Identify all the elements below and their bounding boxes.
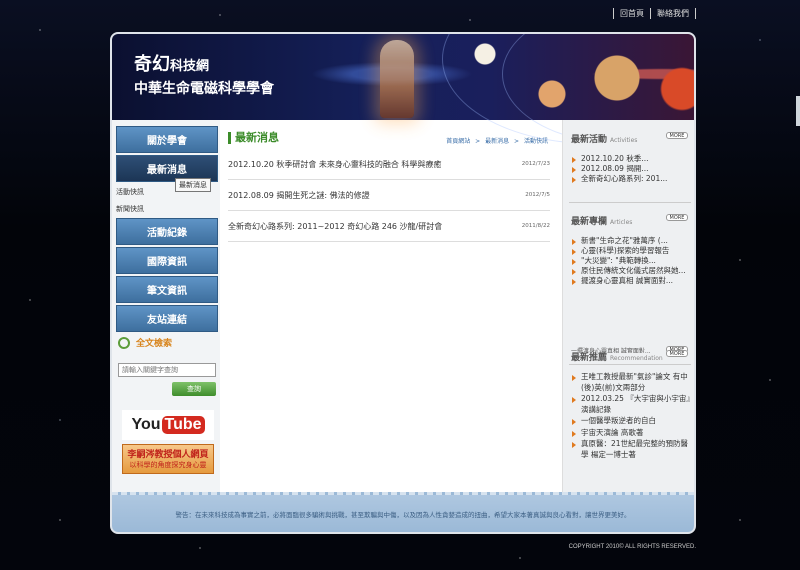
news-date: 2011/8/22 xyxy=(521,223,550,229)
breadcrumb: 首頁網站 > 最新消息 > 活動快訊 xyxy=(446,138,548,145)
list-item[interactable]: 心靈(科學)探索的學習報告 xyxy=(571,246,693,256)
news-date: 2012/7/5 xyxy=(525,192,550,198)
site-title-main: 奇幻 xyxy=(134,54,170,75)
articles-title-en: Articles xyxy=(610,219,633,226)
search-section-title: 全文檢索 xyxy=(118,336,172,349)
divider xyxy=(569,202,691,203)
menu-tooltip: 最新消息 xyxy=(175,178,211,192)
contact-link[interactable]: 聯絡我們 xyxy=(651,8,696,19)
site-subtitle: 中華生命電磁科學學會 xyxy=(134,81,274,97)
menu-activity-records[interactable]: 活動紀錄 xyxy=(116,218,218,245)
youtube-you: You xyxy=(131,416,161,433)
news-title[interactable]: 全新奇幻心路系列: 2011~2012 奇幻心路 246 沙龍/研討會 xyxy=(228,221,442,232)
page-title: 最新消息 xyxy=(228,132,279,144)
articles-title: 最新專欄 xyxy=(571,217,608,227)
human-figure-image xyxy=(380,40,414,118)
list-item[interactable]: "大災變": "典範轉換... xyxy=(571,256,693,266)
site-title-suffix: 科技網 xyxy=(170,59,210,74)
main-content: 最新消息 首頁網站 > 最新消息 > 活動快訊 2012.10.20 秋季研討會… xyxy=(224,120,554,492)
recommendation-list: 王唯工教授最新"氣診"論文 有中(後)英(前)文兩部分 2012.03.25 『… xyxy=(571,372,693,461)
list-item[interactable]: 2012.08.09 揭開... xyxy=(571,164,693,174)
articles-heading: 最新專欄 Articles xyxy=(571,214,632,227)
list-item[interactable]: 原住民傳統文化儀式居然與她... xyxy=(571,266,693,276)
news-row[interactable]: 2012.08.09 揭開生死之謎: 佛法的修證 2012/7/5 xyxy=(228,180,550,211)
articles-more-button[interactable]: MORE xyxy=(666,214,688,221)
recommendation-heading-label: 最新推薦 Recommendation xyxy=(571,350,663,363)
prof-banner-line2: 以科學的角度探究身心靈 xyxy=(129,461,207,469)
submenu-press-news[interactable]: 新聞快訊 xyxy=(116,204,144,214)
youtube-banner[interactable]: You Tube xyxy=(122,410,214,440)
list-item[interactable]: 王唯工教授最新"氣診"論文 有中(後)英(前)文兩部分 xyxy=(571,372,693,393)
youtube-tube: Tube xyxy=(161,416,205,434)
page-frame: 奇幻科技網 中華生命電磁科學學會 關於學會 最新消息 最新消息 活動快訊 新聞快… xyxy=(110,32,696,534)
recommendation-title: 最新推薦 xyxy=(571,353,608,363)
submenu-activity-news[interactable]: 活動快訊 xyxy=(116,187,144,197)
menu-links[interactable]: 友站連結 xyxy=(116,305,218,332)
activities-list: 2012.10.20 秋季... 2012.08.09 揭開... 全新奇幻心路… xyxy=(571,154,693,184)
magnifier-icon xyxy=(118,336,130,349)
news-title[interactable]: 2012.10.20 秋季研討會 未來身心靈科技的融合 科學與療癒 xyxy=(228,159,441,170)
recommendation-title-en: Recommendation xyxy=(610,355,663,362)
list-item[interactable]: 擺渡身心靈真相 誠實面對... xyxy=(571,276,693,286)
divider xyxy=(569,364,691,365)
footer-notice-text: 警告：在未來科技成為事實之前，必將面臨很多騙術與挑戰，甚至欺騙與中傷，以及因為人… xyxy=(175,510,631,519)
news-date: 2012/7/23 xyxy=(521,161,550,167)
list-item[interactable]: 真原醫：21世紀最完整的預防醫學 楊定一博士著 xyxy=(571,439,693,460)
home-link[interactable]: 回首頁 xyxy=(613,8,651,19)
right-sidebar: 最新活動 Activities MORE 2012.10.20 秋季... 201… xyxy=(562,120,694,492)
menu-about[interactable]: 關於學會 xyxy=(116,126,218,153)
left-sidebar: 關於學會 最新消息 最新消息 活動快訊 新聞快訊 活動紀錄 國際資訊 筆文資訊 … xyxy=(112,120,220,492)
recommendation-more-button[interactable]: MORE xyxy=(666,350,688,357)
list-item[interactable]: 2012.03.25 『大宇宙與小宇宙』演講記錄 xyxy=(571,394,693,415)
list-item[interactable]: 宇宙天演論 高歌著 xyxy=(571,428,693,439)
footer-notice: 警告：在未來科技成為事實之前，必將面臨很多騙術與挑戰，甚至欺騙與中傷，以及因為人… xyxy=(112,492,694,532)
list-item[interactable]: 2012.10.20 秋季... xyxy=(571,154,693,164)
scroll-edge xyxy=(796,96,800,126)
search-title-label: 全文檢索 xyxy=(136,339,173,349)
list-item[interactable]: 全新奇幻心路系列: 201... xyxy=(571,174,693,184)
breadcrumb-home[interactable]: 首頁網站 xyxy=(446,138,470,145)
prof-banner-line1: 李嗣涔教授個人網頁 xyxy=(127,450,209,460)
news-title[interactable]: 2012.08.09 揭開生死之謎: 佛法的修證 xyxy=(228,190,370,201)
news-row[interactable]: 2012.10.20 秋季研討會 未來身心靈科技的融合 科學與療癒 2012/7… xyxy=(228,149,550,180)
activities-more-button[interactable]: MORE xyxy=(666,132,688,139)
top-links: 回首頁 聯絡我們 xyxy=(613,8,696,19)
activities-title-en: Activities xyxy=(610,137,638,144)
news-row[interactable]: 全新奇幻心路系列: 2011~2012 奇幻心路 246 沙龍/研討會 2011… xyxy=(228,211,550,242)
site-logo-title[interactable]: 奇幻科技網 xyxy=(134,50,209,76)
professor-homepage-banner[interactable]: 李嗣涔教授個人網頁 以科學的角度探究身心靈 xyxy=(122,444,214,474)
menu-international[interactable]: 國際資訊 xyxy=(116,247,218,274)
list-item[interactable]: 一個醫學叛逆者的自白 xyxy=(571,416,693,427)
search-input[interactable] xyxy=(118,363,216,377)
list-item[interactable]: 新書"生命之花"雅萬序 (... xyxy=(571,236,693,246)
header-banner: 奇幻科技網 中華生命電磁科學學會 xyxy=(112,34,694,144)
menu-articles[interactable]: 筆文資訊 xyxy=(116,276,218,303)
articles-list: 新書"生命之花"雅萬序 (... 心靈(科學)探索的學習報告 "大災變": "典… xyxy=(571,236,693,286)
activities-heading: 最新活動 Activities xyxy=(571,132,637,145)
search-button[interactable]: 查詢 xyxy=(172,382,216,396)
copyright-text: COPYRIGHT 2010© ALL RIGHTS RESERVED. xyxy=(568,544,696,550)
breadcrumb-news[interactable]: 最新消息 xyxy=(485,138,509,145)
activities-title: 最新活動 xyxy=(571,135,608,145)
breadcrumb-activity[interactable]: 活動快訊 xyxy=(524,138,548,145)
